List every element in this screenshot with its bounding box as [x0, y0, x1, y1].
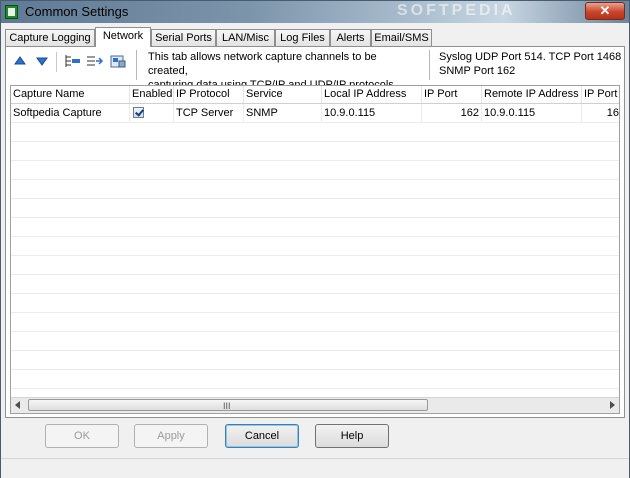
empty-row: [11, 275, 619, 294]
empty-row: [11, 256, 619, 275]
cell-local-ip[interactable]: 10.9.0.115: [322, 104, 422, 122]
cell-remote-ip[interactable]: 10.9.0.115: [482, 104, 582, 122]
add-channel-icon: [65, 55, 80, 67]
empty-row: [11, 142, 619, 161]
tab-lan-misc[interactable]: LAN/Misc: [216, 29, 275, 46]
cell-enabled: [130, 104, 174, 122]
cell-remote-port[interactable]: 16: [582, 104, 619, 122]
status-bar: [1, 458, 629, 478]
watermark: SOFTPEDIA: [397, 2, 516, 19]
grid-rows: Softpedia Capture TCP Server SNMP 10.9.0…: [11, 104, 619, 389]
empty-row: [11, 351, 619, 370]
description-line: This tab allows network capture channels…: [148, 51, 377, 77]
enabled-checkbox[interactable]: [133, 107, 144, 118]
tab-alerts[interactable]: Alerts: [330, 29, 371, 46]
column-header-local-ip[interactable]: Local IP Address: [322, 86, 422, 103]
empty-row: [11, 294, 619, 313]
column-header-capture-name[interactable]: Capture Name: [11, 86, 130, 103]
common-settings-window: Common Settings SOFTPEDIA ✕ Capture Logg…: [0, 0, 630, 478]
empty-row: [11, 123, 619, 142]
column-header-ip-protocol[interactable]: IP Protocol: [174, 86, 244, 103]
move-up-button[interactable]: [11, 53, 29, 69]
cell-capture-name[interactable]: Softpedia Capture: [11, 104, 130, 122]
tab-email-sms[interactable]: Email/SMS: [371, 29, 432, 46]
column-header-enabled[interactable]: Enabled: [130, 86, 174, 103]
empty-row: [11, 370, 619, 389]
move-up-icon: [14, 56, 26, 65]
close-button[interactable]: ✕: [585, 2, 625, 20]
app-icon: [5, 5, 18, 19]
cell-service[interactable]: SNMP: [244, 104, 322, 122]
apply-button[interactable]: Apply: [134, 424, 208, 448]
grid-header: Capture Name Enabled IP Protocol Service…: [11, 86, 619, 104]
add-channel-button[interactable]: [63, 53, 81, 69]
column-header-remote-ip[interactable]: Remote IP Address: [482, 86, 582, 103]
empty-row: [11, 332, 619, 351]
tab-network[interactable]: Network: [95, 27, 151, 47]
horizontal-scrollbar[interactable]: III: [11, 397, 619, 413]
empty-row: [11, 313, 619, 332]
help-button[interactable]: Help: [315, 424, 389, 448]
scrollbar-thumb[interactable]: III: [28, 399, 428, 411]
scrollbar-grip: III: [223, 401, 231, 411]
column-header-ip-port[interactable]: IP Port: [422, 86, 482, 103]
toolbar-separator: [56, 52, 57, 72]
toolbar-separator: [136, 50, 137, 80]
empty-row: [11, 199, 619, 218]
move-down-button[interactable]: [33, 53, 51, 69]
network-tab-panel: This tab allows network capture channels…: [5, 46, 625, 418]
table-row[interactable]: Softpedia Capture TCP Server SNMP 10.9.0…: [11, 104, 619, 123]
move-down-icon: [36, 57, 48, 66]
empty-row: [11, 161, 619, 180]
column-header-service[interactable]: Service: [244, 86, 322, 103]
close-icon: ✕: [599, 3, 611, 18]
tab-capture-logging[interactable]: Capture Logging: [5, 29, 95, 46]
insert-channel-icon: [87, 56, 104, 66]
scroll-right-icon[interactable]: [610, 401, 615, 409]
info-separator: [429, 50, 430, 80]
empty-row: [11, 237, 619, 256]
window-title: Common Settings: [25, 4, 129, 19]
channel-properties-button[interactable]: [109, 53, 127, 69]
tab-serial-ports[interactable]: Serial Ports: [151, 29, 216, 46]
ok-button[interactable]: OK: [45, 424, 119, 448]
title-bar[interactable]: Common Settings SOFTPEDIA ✕: [1, 1, 629, 23]
tab-log-files[interactable]: Log Files: [275, 29, 330, 46]
channel-properties-icon: [110, 55, 126, 68]
empty-row: [11, 218, 619, 237]
cancel-button[interactable]: Cancel: [225, 424, 299, 448]
capture-channels-grid[interactable]: Capture Name Enabled IP Protocol Service…: [10, 85, 620, 414]
cell-ip-protocol[interactable]: TCP Server: [174, 104, 244, 122]
ports-line: Syslog UDP Port 514. TCP Port 1468: [439, 51, 622, 63]
default-ports-info: Syslog UDP Port 514. TCP Port 1468 SNMP …: [439, 50, 621, 78]
scroll-left-icon[interactable]: [15, 401, 20, 409]
cell-ip-port[interactable]: 162: [422, 104, 482, 122]
ports-line: SNMP Port 162: [439, 65, 516, 77]
insert-channel-button[interactable]: [86, 53, 104, 69]
empty-row: [11, 180, 619, 199]
column-header-remote-port[interactable]: IP Port: [582, 86, 619, 103]
